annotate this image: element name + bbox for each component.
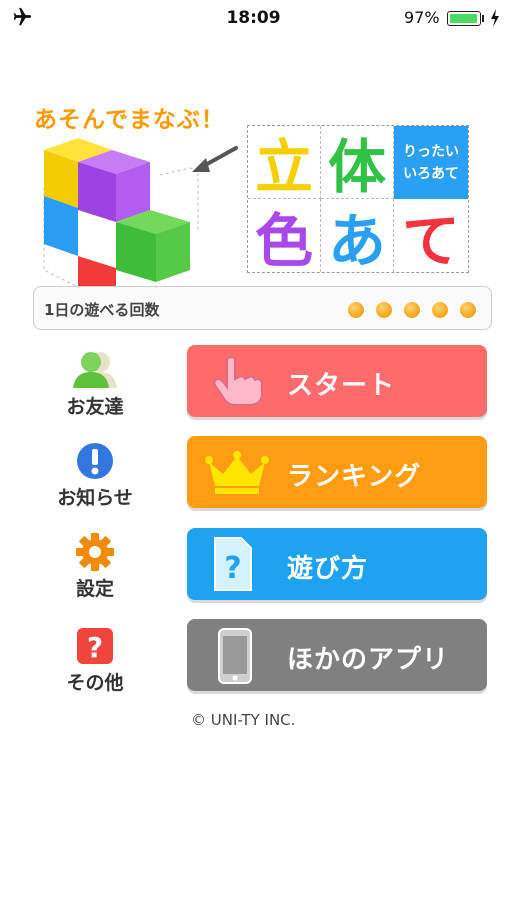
status-bar: 18:09 97%	[0, 0, 507, 36]
ranking-button-label: ランキング	[287, 462, 422, 492]
info-exclamation-icon	[77, 443, 113, 479]
subtitle-line-2: いろあて	[403, 165, 459, 182]
title-logo: 立 体 りったい いろあて 色 あ て	[247, 125, 469, 275]
svg-text:?: ?	[87, 631, 103, 664]
pointing-hand-icon	[213, 356, 263, 406]
title-char-3: 色	[248, 199, 321, 275]
other-apps-button[interactable]: ほかのアプリ	[187, 619, 487, 691]
ranking-button[interactable]: ランキング	[187, 436, 487, 508]
cube-stack-illustration	[43, 138, 238, 290]
how-to-play-button-label: 遊び方	[287, 554, 369, 584]
side-item-settings-label: 設定	[75, 578, 114, 600]
people-icon	[73, 352, 117, 388]
play-token-2	[376, 302, 392, 318]
battery-icon	[447, 11, 481, 26]
daily-plays-label: 1日の遊べる回数	[44, 301, 160, 319]
start-button-label: スタート	[287, 371, 396, 401]
daily-plays-bar: 1日の遊べる回数	[33, 286, 492, 330]
help-document-icon: ?	[214, 537, 252, 591]
title-char-4: あ	[321, 199, 394, 275]
title-subtitle: りったい いろあて	[394, 126, 468, 199]
other-apps-button-label: ほかのアプリ	[287, 645, 450, 675]
title-char-1: 立	[248, 126, 321, 201]
play-token-1	[348, 302, 364, 318]
title-char-5: て	[401, 206, 460, 275]
title-char-2: 体	[321, 126, 394, 201]
battery-percent: 97%	[404, 8, 440, 27]
question-icon: ?	[77, 628, 113, 664]
start-button[interactable]: スタート	[187, 345, 487, 417]
crown-icon	[205, 451, 269, 494]
smartphone-icon	[218, 628, 252, 684]
battery-tip	[482, 15, 484, 22]
copyright-text: © UNI-TY INC.	[191, 711, 296, 729]
svg-text:?: ?	[224, 551, 241, 586]
side-item-settings[interactable]: 設定	[40, 532, 150, 601]
tagline: あそんでまなぶ！	[34, 107, 225, 133]
charging-bolt-icon	[491, 9, 499, 27]
side-item-other[interactable]: ? その他	[40, 626, 150, 695]
subtitle-line-1: りったい	[403, 143, 459, 160]
play-token-3	[404, 302, 420, 318]
side-item-friends[interactable]: お友達	[40, 348, 150, 419]
side-item-news-label: お知らせ	[57, 487, 133, 509]
battery-level-fill	[450, 14, 477, 23]
how-to-play-button[interactable]: ? 遊び方	[187, 528, 487, 600]
side-item-other-label: その他	[66, 672, 124, 694]
gear-icon	[76, 533, 114, 571]
side-item-friends-label: お友達	[66, 396, 124, 418]
side-item-news[interactable]: お知らせ	[40, 441, 150, 510]
play-token-5	[460, 302, 476, 318]
play-token-4	[432, 302, 448, 318]
